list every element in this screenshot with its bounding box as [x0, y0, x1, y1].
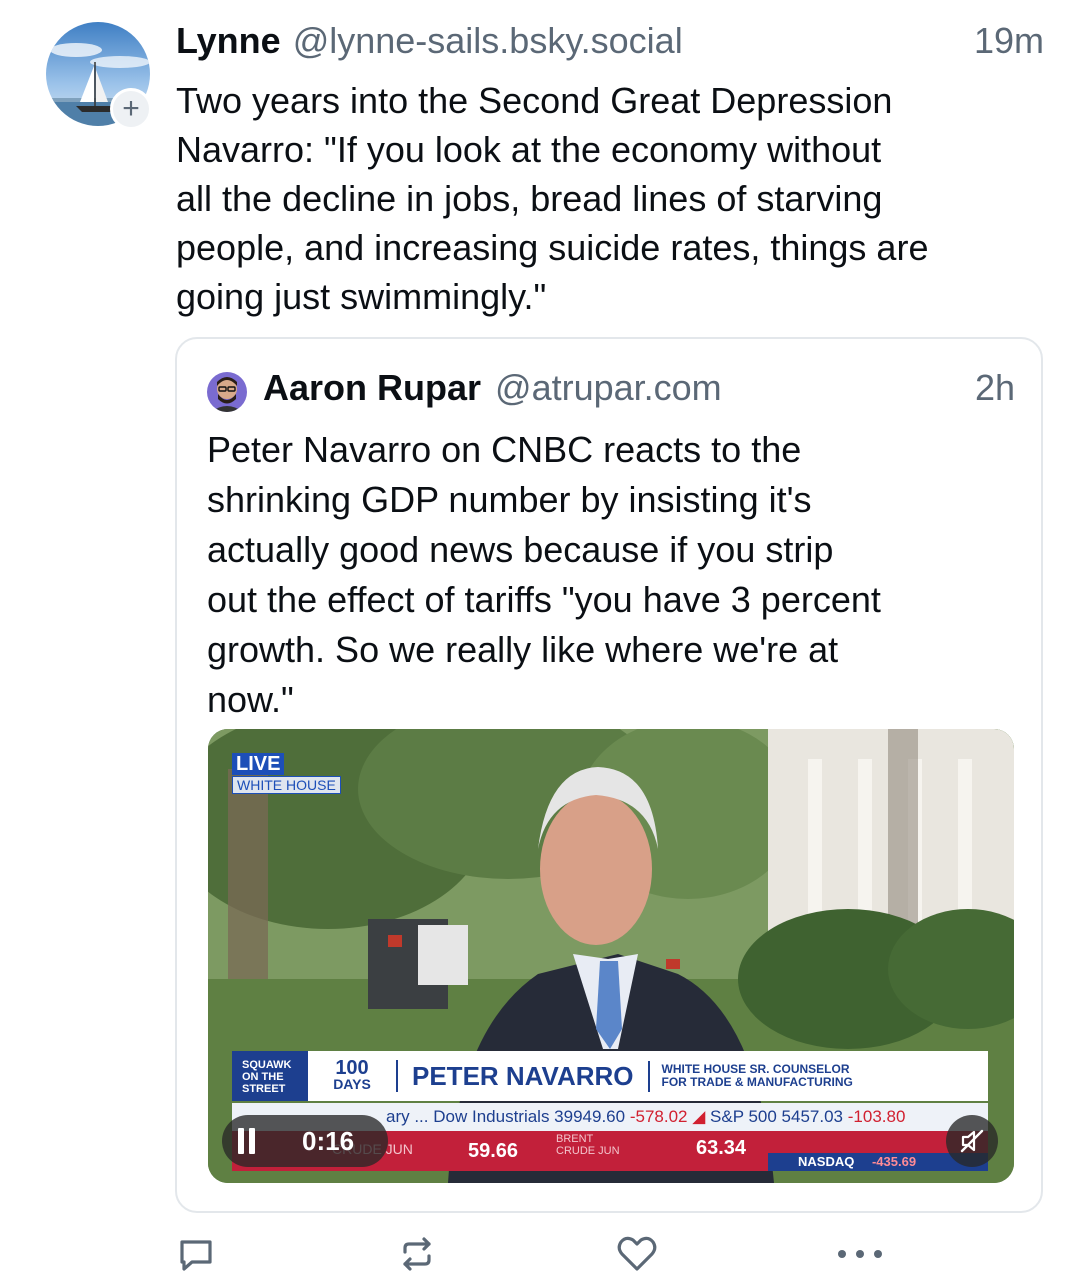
speaker-muted-icon: [960, 1129, 984, 1153]
post-text-line: Two years into the Second Great Depressi…: [176, 80, 893, 121]
post-actions: [0, 1228, 1080, 1280]
quoted-post-timestamp[interactable]: 2h: [975, 367, 1015, 409]
days-number: 100: [335, 1057, 369, 1079]
ticker-brent-label: BRENT CRUDE JUN: [556, 1133, 620, 1157]
ticker-brent-line: BRENT: [556, 1133, 594, 1145]
quoted-post-text: Peter Navarro on CNBC reacts to the shri…: [207, 425, 1027, 725]
days-label: DAYS: [333, 1076, 371, 1092]
post-header: Lynne @lynne-sails.bsky.social 19m: [176, 20, 1044, 68]
person-avatar-icon: [207, 372, 247, 412]
post-text-line: people, and increasing suicide rates, th…: [176, 227, 929, 268]
playback-control[interactable]: 0:16: [222, 1115, 388, 1167]
playback-time: 0:16: [302, 1125, 355, 1156]
quoted-text-line: out the effect of tariffs "you have 3 pe…: [207, 579, 881, 620]
quoted-text-line: Peter Navarro on CNBC reacts to the: [207, 429, 802, 470]
quoted-post-header: Aaron Rupar @atrupar.com 2h: [263, 367, 1015, 415]
ticker-dow-label: Dow Industrials 39949.60: [433, 1107, 626, 1126]
lower-third-banner: SQUAWK ON THE STREET 100 DAYS PETER NAVA…: [232, 1051, 988, 1101]
guest-title-line: FOR TRADE & MANUFACTURING: [661, 1075, 853, 1089]
quoted-author-display-name[interactable]: Aaron Rupar: [263, 367, 481, 409]
ticker-brent-value: 63.34: [696, 1137, 747, 1159]
ticker-nasdaq-label: NASDAQ: [798, 1154, 855, 1169]
live-badge: LIVE WHITE HOUSE: [232, 753, 341, 794]
quoted-text-line: shrinking GDP number by insisting it's: [207, 479, 812, 520]
like-button[interactable]: [611, 1228, 663, 1280]
show-label-line: ON THE: [242, 1071, 284, 1083]
guest-name: PETER NAVARRO: [412, 1060, 650, 1092]
feed-post[interactable]: + Lynne @lynne-sails.bsky.social 19m Two…: [0, 0, 1080, 1288]
more-options-button[interactable]: [834, 1228, 886, 1280]
live-label: LIVE: [232, 753, 285, 775]
quoted-text-line: actually good news because if you strip: [207, 529, 834, 570]
quoted-author-handle[interactable]: @atrupar.com: [495, 367, 722, 409]
heart-icon: [617, 1236, 657, 1271]
follow-button[interactable]: +: [110, 88, 152, 130]
reply-icon: [180, 1240, 212, 1271]
location-label: WHITE HOUSE: [232, 776, 341, 794]
ticker-nasdaq-change: -435.69: [871, 1154, 917, 1169]
ticker-prefix: ary ...: [386, 1107, 429, 1126]
author-display-name[interactable]: Lynne: [176, 20, 281, 62]
days-counter: 100 DAYS: [308, 1057, 398, 1092]
post-text-line: Navarro: "If you look at the economy wit…: [176, 129, 882, 170]
video-player[interactable]: LIVE WHITE HOUSE SQUAWK ON THE STREET 10…: [208, 729, 1014, 1183]
ticker-dow-change: -578.02: [629, 1107, 688, 1126]
ticker-brent-line: CRUDE JUN: [556, 1145, 620, 1157]
post-text-line: going just swimmingly.": [176, 276, 547, 317]
show-label-line: SQUAWK: [242, 1059, 292, 1071]
ticker-crude-value: 59.66: [468, 1140, 519, 1162]
mute-button[interactable]: [946, 1115, 998, 1167]
repost-button[interactable]: [391, 1228, 443, 1280]
quoted-text-line: now.": [207, 679, 294, 720]
quoted-post-card[interactable]: Aaron Rupar @atrupar.com 2h Peter Navarr…: [175, 337, 1043, 1213]
pause-icon[interactable]: [238, 1128, 258, 1154]
ticker-sp-change: -103.80: [847, 1107, 906, 1126]
guest-title: WHITE HOUSE SR. COUNSELOR FOR TRADE & MA…: [662, 1063, 853, 1089]
post-timestamp[interactable]: 19m: [974, 20, 1044, 62]
post-text: Two years into the Second Great Depressi…: [176, 76, 1046, 321]
reply-button[interactable]: [170, 1228, 222, 1280]
show-logo: SQUAWK ON THE STREET: [232, 1051, 308, 1101]
post-text-line: all the decline in jobs, bread lines of …: [176, 178, 883, 219]
repost-icon: [403, 1237, 431, 1271]
ticker-sp-label: S&P 500 5457.03: [710, 1107, 844, 1126]
quoted-author-avatar[interactable]: [207, 372, 247, 412]
author-handle[interactable]: @lynne-sails.bsky.social: [293, 20, 683, 62]
more-dots-icon: [838, 1250, 882, 1258]
show-label-line: STREET: [242, 1083, 286, 1095]
quoted-text-line: growth. So we really like where we're at: [207, 629, 839, 670]
